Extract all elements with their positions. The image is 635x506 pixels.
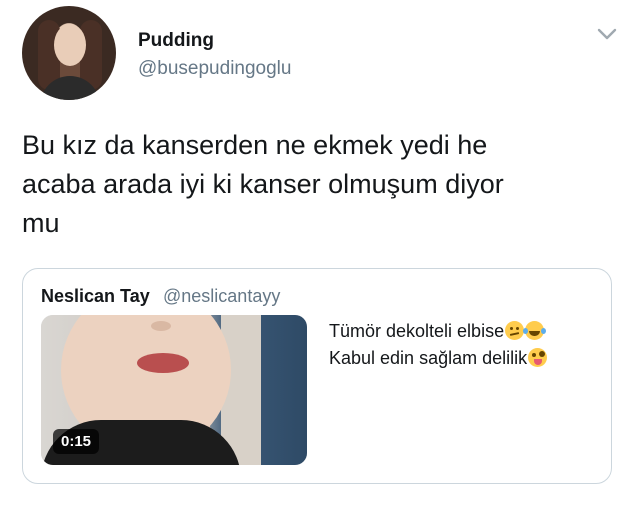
quoted-tweet-text: Tümör dekolteli elbise Kabul edin sağlam… [329, 318, 599, 372]
quoted-text-line: Tümör dekolteli elbise [329, 318, 599, 345]
zany-face-icon [528, 348, 548, 367]
confused-face-icon [505, 321, 525, 340]
quoted-text-line1: Tümör dekolteli elbise [329, 321, 505, 341]
author-display-name[interactable]: Pudding [138, 30, 214, 52]
quoted-handle: @neslicantayy [163, 286, 281, 306]
tweet-text: Bu kız da kanserden ne ekmek yedi he aca… [22, 130, 504, 238]
author-avatar[interactable] [22, 6, 116, 100]
quoted-display-name: Neslican Tay [41, 286, 150, 306]
quoted-tweet-card[interactable]: Neslican Tay @neslicantayy 0:15 Tümör de… [22, 268, 612, 484]
quoted-text-line: Kabul edin sağlam delilik [329, 345, 599, 372]
chevron-down-icon[interactable] [596, 26, 618, 42]
video-duration-badge: 0:15 [53, 429, 100, 454]
video-nose [151, 321, 171, 331]
quoted-text-line2: Kabul edin sağlam delilik [329, 348, 528, 368]
video-lips [137, 353, 189, 373]
author-handle[interactable]: @busepudingoglu [138, 58, 291, 80]
tears-of-joy-icon [523, 321, 545, 340]
avatar-face [54, 24, 86, 66]
video-thumbnail[interactable]: 0:15 [41, 315, 307, 465]
